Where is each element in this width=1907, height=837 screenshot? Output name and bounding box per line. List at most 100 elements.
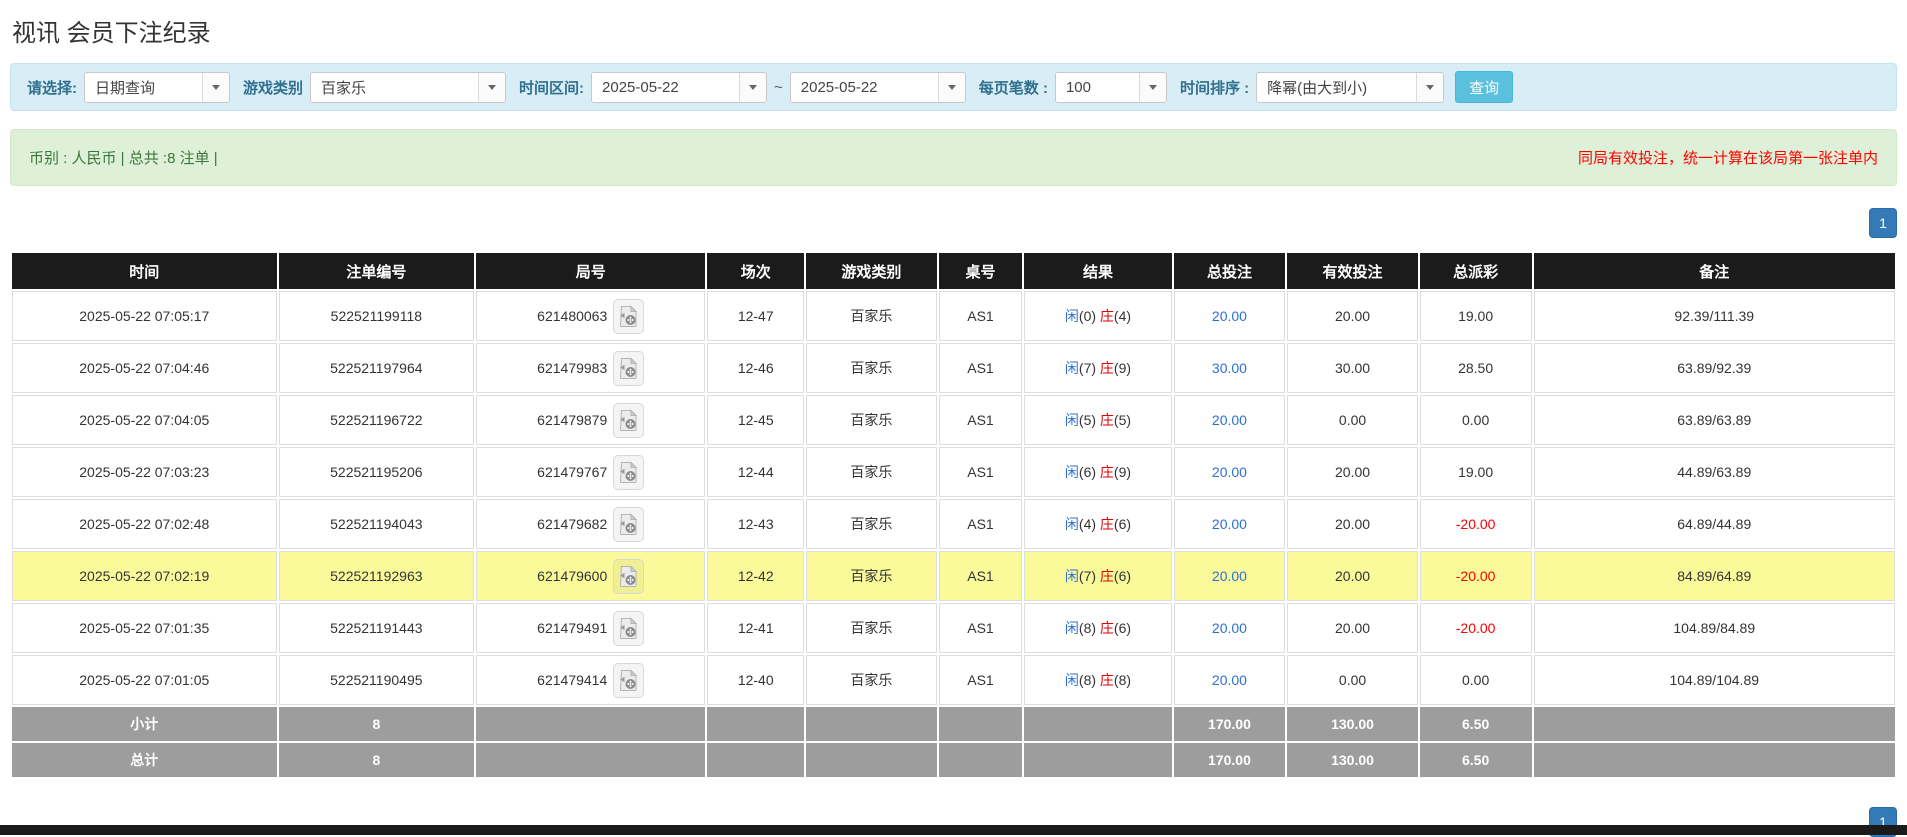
result-player-score: (0)	[1078, 308, 1097, 324]
cell-session: 12-42	[707, 551, 805, 601]
video-replay-button[interactable]	[613, 402, 645, 438]
total-bet-link[interactable]: 20.00	[1212, 568, 1247, 584]
result-banker: 庄	[1099, 464, 1114, 480]
total-bet-link[interactable]: 20.00	[1212, 308, 1247, 324]
cell-valid-bet: 20.00	[1287, 499, 1418, 549]
cell-table-no: AS1	[938, 499, 1023, 549]
col-bet-id: 注单编号	[278, 253, 475, 289]
video-replay-button[interactable]	[613, 662, 645, 698]
page-1-button[interactable]: 1	[1869, 208, 1897, 238]
total-bet-link[interactable]: 20.00	[1212, 672, 1247, 688]
cell-game-category: 百家乐	[806, 291, 937, 341]
total-bet-link[interactable]: 20.00	[1212, 516, 1247, 532]
video-replay-button[interactable]	[613, 610, 645, 646]
cell-round-id: 621479414	[476, 655, 706, 705]
cell-remark: 64.89/44.89	[1533, 499, 1895, 549]
bet-records-table: 时间 注单编号 局号 场次 游戏类别 桌号 结果 总投注 有效投注 总派彩 备注…	[10, 251, 1897, 779]
search-button[interactable]: 查询	[1455, 71, 1514, 103]
result-player-score: (5)	[1078, 412, 1097, 428]
cell-round-id: 621479682	[476, 499, 706, 549]
footer-bar	[0, 825, 1907, 835]
date-to-select[interactable]: 2025-05-22	[789, 71, 966, 103]
page-size-label: 每页笔数 :	[978, 79, 1048, 97]
result-banker-score: (4)	[1113, 308, 1132, 324]
result-player-score: (7)	[1078, 360, 1097, 376]
cell-result: 闲(8) 庄(8)	[1024, 655, 1172, 705]
date-from-select[interactable]: 2025-05-22	[591, 71, 768, 103]
cell-result: 闲(6) 庄(9)	[1024, 447, 1172, 497]
game-category-label: 游戏类别	[243, 79, 304, 97]
col-total-bet: 总投注	[1173, 253, 1286, 289]
cell-time: 2025-05-22 07:02:19	[12, 551, 277, 601]
video-replay-button[interactable]	[613, 558, 645, 594]
cell-payout: 0.00	[1419, 395, 1532, 445]
result-player: 闲	[1064, 360, 1079, 376]
cell-valid-bet: 20.00	[1287, 551, 1418, 601]
result-player: 闲	[1064, 672, 1079, 688]
cell-game-category: 百家乐	[806, 655, 937, 705]
video-replay-button[interactable]	[613, 350, 645, 386]
result-player-score: (6)	[1078, 464, 1097, 480]
cell-valid-bet: 0.00	[1287, 395, 1418, 445]
result-banker: 庄	[1099, 672, 1114, 688]
total-bet-link[interactable]: 20.00	[1212, 412, 1247, 428]
result-player: 闲	[1064, 412, 1079, 428]
chevron-down-icon	[478, 72, 506, 102]
cell-table-no: AS1	[938, 343, 1023, 393]
cell-remark: 63.89/63.89	[1533, 395, 1895, 445]
result-banker: 庄	[1099, 412, 1114, 428]
time-range-label: 时间区间:	[519, 79, 585, 97]
date-from-value: 2025-05-22	[602, 78, 679, 96]
cell-total-bet: 20.00	[1173, 551, 1286, 601]
table-header-row: 时间 注单编号 局号 场次 游戏类别 桌号 结果 总投注 有效投注 总派彩 备注	[12, 253, 1895, 289]
cell-table-no: AS1	[938, 395, 1023, 445]
round-id-text: 621479600	[537, 568, 608, 584]
result-banker: 庄	[1099, 516, 1114, 532]
empty-cell	[476, 743, 706, 777]
cell-bet-id: 522521192963	[278, 551, 475, 601]
round-id-text: 621479414	[537, 672, 608, 688]
cell-remark: 92.39/111.39	[1533, 291, 1895, 341]
video-replay-button[interactable]	[613, 506, 645, 542]
cell-total-bet: 20.00	[1173, 447, 1286, 497]
subtotal-total-bet: 170.00	[1173, 707, 1286, 741]
game-category-value: 百家乐	[321, 79, 367, 97]
total-bet-link[interactable]: 30.00	[1212, 360, 1247, 376]
empty-cell	[806, 707, 937, 741]
col-time: 时间	[12, 253, 277, 289]
cell-session: 12-40	[707, 655, 805, 705]
cell-payout: -20.00	[1419, 603, 1532, 653]
empty-cell	[1024, 707, 1172, 741]
cell-payout: 19.00	[1419, 291, 1532, 341]
result-player-score: (8)	[1078, 620, 1097, 636]
cell-session: 12-45	[707, 395, 805, 445]
cell-game-category: 百家乐	[806, 551, 937, 601]
cell-result: 闲(7) 庄(9)	[1024, 343, 1172, 393]
table-row: 2025-05-22 07:01:05 522521190495 6214794…	[12, 655, 1895, 705]
time-sort-select[interactable]: 降幂(由大到小)	[1256, 71, 1445, 103]
cell-total-bet: 30.00	[1173, 343, 1286, 393]
col-table-no: 桌号	[938, 253, 1023, 289]
result-player: 闲	[1064, 620, 1079, 636]
video-replay-button[interactable]	[613, 298, 645, 334]
result-banker-score: (6)	[1113, 620, 1132, 636]
cell-bet-id: 522521195206	[278, 447, 475, 497]
total-bet-link[interactable]: 20.00	[1212, 464, 1247, 480]
result-banker: 庄	[1099, 568, 1114, 584]
empty-cell	[938, 707, 1023, 741]
chevron-down-icon	[1138, 72, 1166, 102]
query-type-label: 请选择:	[27, 79, 77, 97]
game-category-select[interactable]: 百家乐	[310, 71, 507, 103]
cell-session: 12-43	[707, 499, 805, 549]
cell-game-category: 百家乐	[806, 499, 937, 549]
query-type-select[interactable]: 日期查询	[84, 71, 230, 103]
total-bet-link[interactable]: 20.00	[1212, 620, 1247, 636]
page-size-select[interactable]: 100	[1054, 71, 1167, 103]
total-valid-bet: 130.00	[1287, 743, 1418, 777]
video-replay-button[interactable]	[613, 454, 645, 490]
empty-cell	[938, 743, 1023, 777]
cell-payout: 28.50	[1419, 343, 1532, 393]
result-banker-score: (8)	[1113, 672, 1132, 688]
result-player: 闲	[1064, 516, 1079, 532]
cell-result: 闲(5) 庄(5)	[1024, 395, 1172, 445]
